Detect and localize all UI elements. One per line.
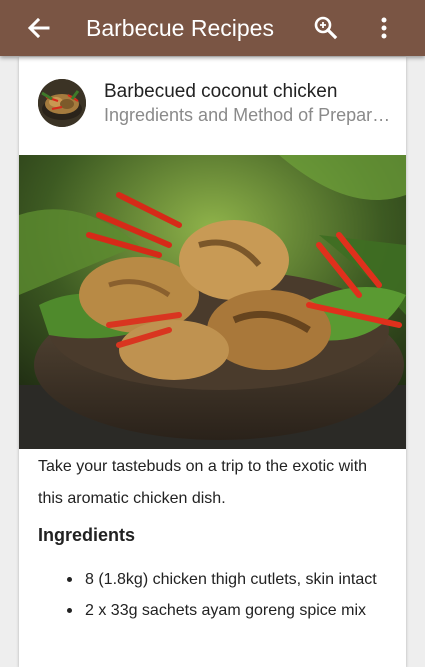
- ingredient-text: 8 (1.8kg) chicken thigh cutlets, skin in…: [85, 571, 377, 588]
- ingredient-text: 2 x 33g sachets ayam goreng spice mix: [85, 602, 367, 619]
- app-title: Barbecue Recipes: [86, 15, 274, 41]
- ingredients-heading: Ingredients: [38, 525, 136, 545]
- recipe-intro: Take your tastebuds on a trip to the exo…: [38, 458, 368, 507]
- recipe-name: Barbecued coconut chicken: [104, 81, 338, 102]
- bullet-icon: [67, 577, 72, 582]
- list-item: 8 (1.8kg) chicken thigh cutlets, skin in…: [38, 565, 393, 594]
- arrow-back-icon[interactable]: [24, 14, 54, 42]
- recipe-header: Barbecued coconut chicken Ingredients an…: [19, 57, 406, 155]
- recipe-thumbnail: [38, 79, 86, 127]
- app-bar: Barbecue Recipes: [0, 0, 425, 56]
- recipe-card: Barbecued coconut chicken Ingredients an…: [19, 57, 406, 667]
- more-vert-icon[interactable]: [372, 14, 396, 42]
- recipe-subtitle: Ingredients and Method of Preparation: [104, 105, 394, 125]
- ingredients-list: 8 (1.8kg) chicken thigh cutlets, skin in…: [38, 565, 393, 627]
- zoom-in-icon[interactable]: [312, 14, 340, 42]
- recipe-photo: [19, 155, 406, 449]
- bullet-icon: [67, 608, 72, 613]
- list-item: 2 x 33g sachets ayam goreng spice mix: [38, 596, 393, 625]
